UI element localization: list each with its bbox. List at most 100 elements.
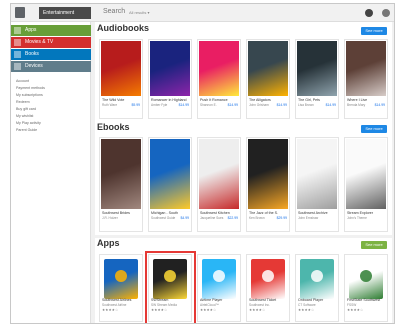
ebook-card[interactable]: Stream Explorer John's Theme bbox=[344, 137, 388, 232]
sidebar-link-parent-guide[interactable]: Parent Guide bbox=[16, 128, 37, 133]
sidebar-link-redeem[interactable]: Redeem bbox=[16, 100, 30, 105]
ebook-card[interactable]: Michigan - South Southwest Guide $4.99 bbox=[148, 137, 192, 232]
price-label[interactable]: $29.99 bbox=[277, 216, 287, 220]
rating-stars: ★★★★☆ bbox=[200, 308, 217, 312]
app-card[interactable]: FirstState Southwest FSSW ★★★★☆ bbox=[344, 254, 388, 322]
item-subtitle: CT Software bbox=[298, 303, 316, 307]
book-cover bbox=[346, 41, 386, 96]
item-subtitle: J.R. Holzer bbox=[102, 216, 118, 220]
app-card[interactable]: Airtime Player AirtelCloud™ ★★★★☆ bbox=[197, 254, 241, 322]
book-cover bbox=[297, 139, 337, 209]
item-subtitle: John Ernshaw bbox=[298, 216, 319, 220]
sidebar-link-activity[interactable]: My Play activity bbox=[16, 121, 41, 126]
main-content: Audiobooks See more The Wild Vote Ruth Wa… bbox=[93, 22, 394, 323]
app-card[interactable]: Onboard Player CT Software ★★★★☆ bbox=[295, 254, 339, 322]
ebook-card[interactable]: Southwest Archive John Ernshaw bbox=[295, 137, 339, 232]
rating-stars: ★★★★☆ bbox=[102, 308, 119, 312]
tree-icon bbox=[349, 259, 383, 299]
price-label[interactable]: $4.99 bbox=[181, 216, 190, 220]
app-card[interactable]: Southwest Ticket Southwest Inc. ★★★★☆ bbox=[246, 254, 290, 322]
item-title: Stream Explorer bbox=[347, 211, 373, 215]
see-more-button[interactable]: See more bbox=[361, 241, 387, 249]
book-cover bbox=[248, 41, 288, 96]
apps-icon bbox=[14, 27, 21, 34]
location-pin-icon bbox=[202, 259, 236, 299]
sidebar-link-gift-card[interactable]: Buy gift card bbox=[16, 107, 36, 112]
sidebar-item-devices[interactable]: Devices bbox=[11, 61, 91, 72]
play-store-window: Entertainment Search All results ▾ Apps … bbox=[10, 3, 395, 324]
app-icon-glyph bbox=[311, 270, 323, 282]
sidebar-item-apps[interactable]: Apps bbox=[11, 25, 91, 36]
sidebar-item-books[interactable]: Books bbox=[11, 49, 91, 60]
item-subtitle: Southwest Airline bbox=[102, 303, 127, 307]
see-more-button[interactable]: See more bbox=[361, 125, 387, 133]
book-cover bbox=[150, 139, 190, 209]
price-label[interactable]: $14.99 bbox=[179, 103, 189, 107]
play-logo-icon[interactable] bbox=[15, 7, 25, 18]
ebook-card[interactable]: Southwest Brides J.R. Holzer bbox=[99, 137, 143, 232]
diamond-icon bbox=[251, 259, 285, 299]
item-subtitle: Brenda Mary bbox=[347, 103, 366, 107]
apps-grid-icon[interactable] bbox=[365, 9, 373, 17]
price-label[interactable]: $14.99 bbox=[375, 103, 385, 107]
sidebar-link-wishlist[interactable]: My wishlist bbox=[16, 114, 33, 119]
app-icon-glyph bbox=[213, 270, 225, 282]
section-title: Ebooks bbox=[97, 122, 130, 132]
item-title: Romancer in Highland bbox=[151, 98, 187, 102]
sidebar-link-subscriptions[interactable]: My subscriptions bbox=[16, 93, 43, 98]
ebook-card[interactable]: Southwest Kitchen Jacqueline Sues $22.99 bbox=[197, 137, 241, 232]
see-more-button[interactable]: See more bbox=[361, 27, 387, 35]
play-icon bbox=[300, 259, 334, 299]
section-title: Audiobooks bbox=[97, 23, 149, 33]
book-cover bbox=[101, 139, 141, 209]
audiobook-card[interactable]: The Wild Vote Ruth Ware $9.99 bbox=[99, 39, 143, 119]
price-label[interactable]: $14.99 bbox=[326, 103, 336, 107]
devices-icon bbox=[14, 63, 21, 70]
item-subtitle: Amber Fyle bbox=[151, 103, 168, 107]
gear-icon[interactable] bbox=[382, 9, 390, 17]
item-title: Southwest Airlines bbox=[102, 298, 132, 302]
audiobook-card[interactable]: Romancer in Highland Amber Fyle $14.99 bbox=[148, 39, 192, 119]
sidebar-item-label: Books bbox=[25, 51, 39, 57]
rating-stars: ★★★★☆ bbox=[298, 308, 315, 312]
book-cover bbox=[346, 139, 386, 209]
sidebar-link-payment[interactable]: Payment methods bbox=[16, 86, 45, 91]
book-cover bbox=[199, 139, 239, 209]
item-subtitle: Ruth Ware bbox=[102, 103, 118, 107]
audiobook-card[interactable]: Push It Romance Shannon E. $14.99 bbox=[197, 39, 241, 119]
price-label[interactable]: $14.99 bbox=[277, 103, 287, 107]
item-title: The Alligators bbox=[249, 98, 271, 102]
item-subtitle: Shannon E. bbox=[200, 103, 217, 107]
item-title: Push It Romance bbox=[200, 98, 228, 102]
audiobook-card[interactable]: The Girl, Pets Lisa Brown $14.99 bbox=[295, 39, 339, 119]
audiobook-card[interactable]: The Alligators John Grisham $14.99 bbox=[246, 39, 290, 119]
ebook-card[interactable]: The Jazz of the S. Ken Brown $29.99 bbox=[246, 137, 290, 232]
price-label[interactable]: $9.99 bbox=[132, 103, 141, 107]
price-label[interactable]: $14.99 bbox=[228, 103, 238, 107]
item-title: The Wild Vote bbox=[102, 98, 125, 102]
item-title: Michigan - South bbox=[151, 211, 178, 215]
search-scope-dropdown[interactable]: All results ▾ bbox=[129, 10, 149, 15]
item-title: Where I Live bbox=[347, 98, 368, 102]
item-title: FirstState Southwest bbox=[347, 298, 381, 302]
app-icon-glyph bbox=[360, 270, 372, 282]
app-card[interactable]: Southwest Airlines Southwest Airline ★★★★☆ bbox=[99, 254, 143, 322]
price-label[interactable]: $22.99 bbox=[228, 216, 238, 220]
sidebar-link-account[interactable]: Account bbox=[16, 79, 29, 84]
category-dropdown[interactable]: Entertainment bbox=[39, 7, 91, 19]
item-title: The Jazz of the S. bbox=[249, 211, 278, 215]
sidebar-item-label: Devices bbox=[25, 63, 43, 69]
search-input[interactable]: Search bbox=[103, 8, 125, 15]
item-title: Southwest Ticket bbox=[249, 298, 277, 302]
item-title: The Girl, Pets bbox=[298, 98, 320, 102]
item-subtitle: Ken Brown bbox=[249, 216, 265, 220]
audiobook-card[interactable]: Where I Live Brenda Mary $14.99 bbox=[344, 39, 388, 119]
book-cover bbox=[297, 41, 337, 96]
books-icon bbox=[14, 51, 21, 58]
book-cover bbox=[150, 41, 190, 96]
book-cover bbox=[199, 41, 239, 96]
sidebar-item-movies[interactable]: Movies & TV bbox=[11, 37, 91, 48]
item-title: Onboard Player bbox=[298, 298, 324, 302]
item-title: Airtime Player bbox=[200, 298, 223, 302]
item-title: Southwest Brides bbox=[102, 211, 130, 215]
